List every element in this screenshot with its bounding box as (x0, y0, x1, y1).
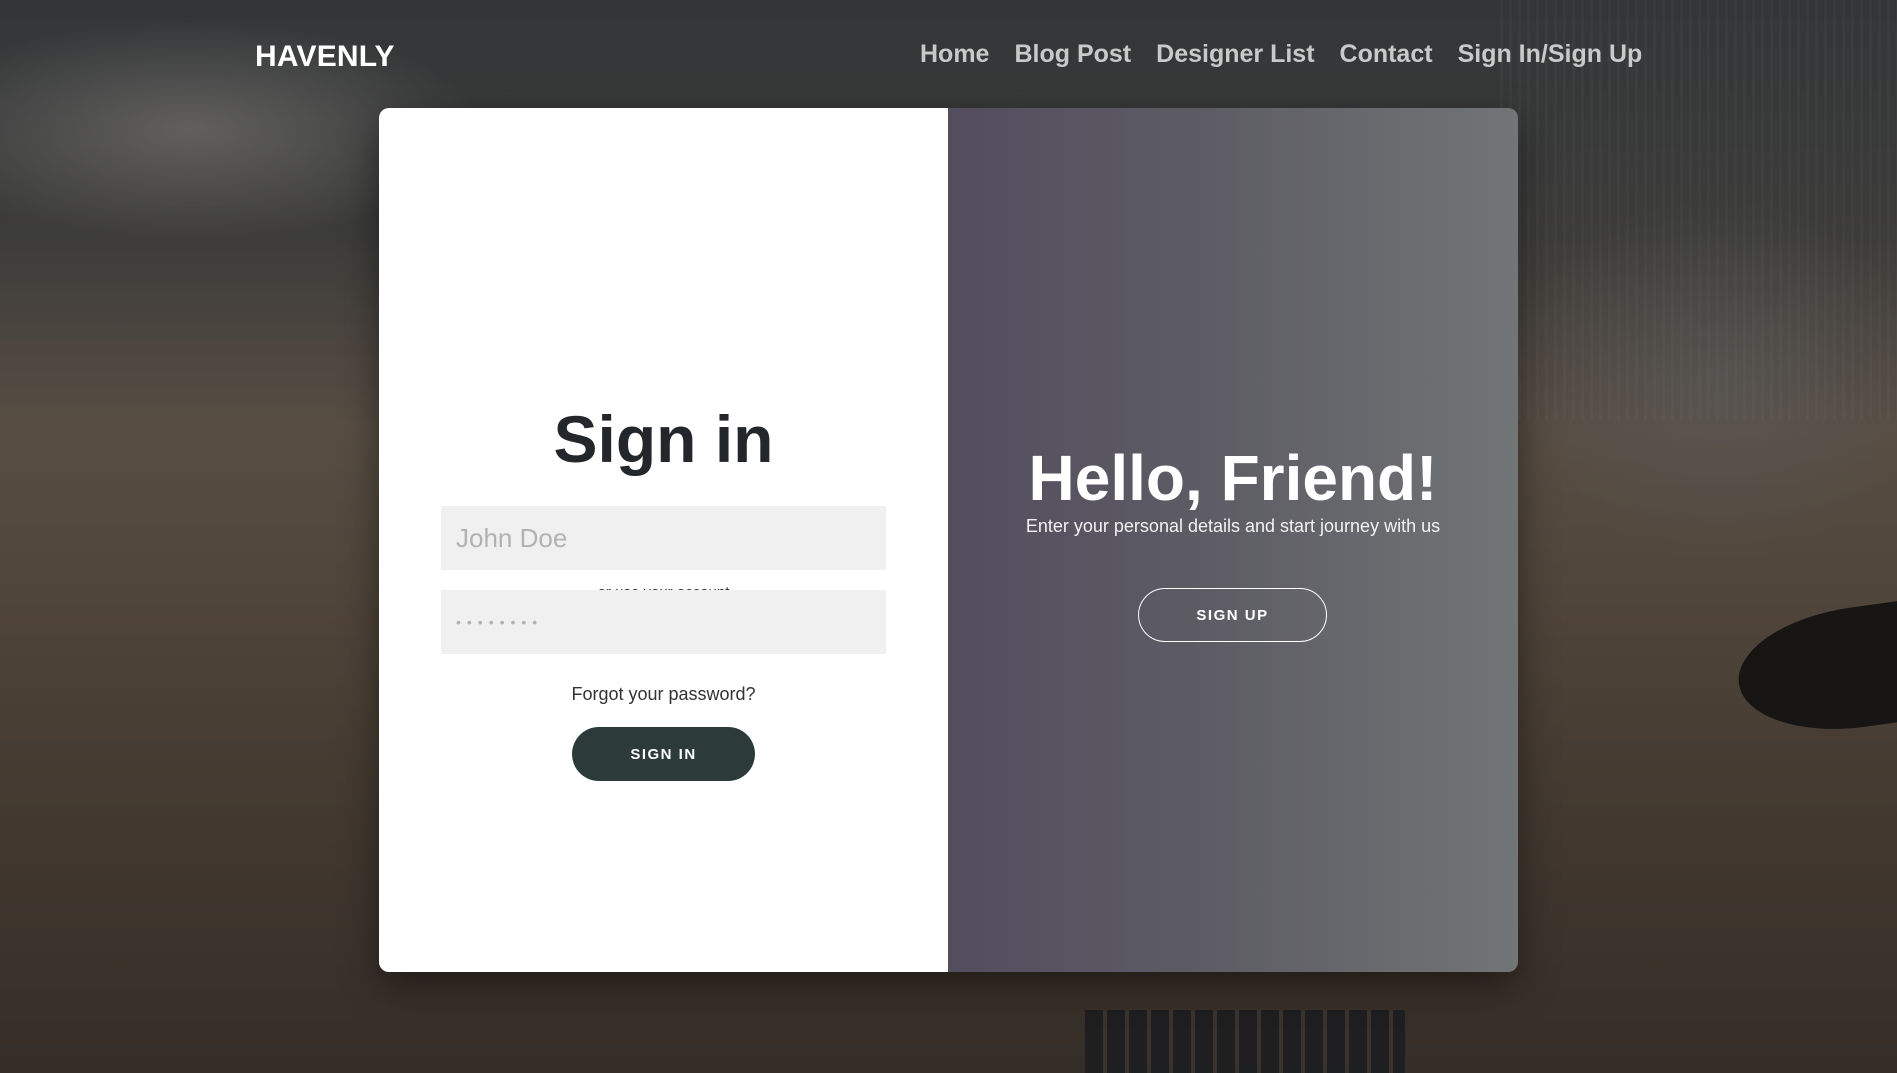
hello-subtitle: Enter your personal details and start jo… (1025, 516, 1441, 536)
overlay-panel: Hello, Friend! Enter your personal detai… (948, 108, 1518, 972)
sign-in-button[interactable]: SIGN IN (572, 727, 755, 781)
nav-link-contact[interactable]: Contact (1340, 40, 1433, 69)
nav-link-signin-signup[interactable]: Sign In/Sign Up (1458, 40, 1643, 69)
auth-card: Sign in or use your account Forgot your (379, 108, 1518, 972)
brand-logo[interactable]: HAVENLY (255, 40, 395, 74)
top-navbar: HAVENLY Home Blog Post Designer List Con… (0, 0, 1897, 118)
signin-panel: Sign in or use your account Forgot your (379, 108, 948, 972)
sign-up-button[interactable]: SIGN UP (1138, 588, 1327, 642)
nav-link-home[interactable]: Home (920, 40, 989, 69)
signin-title: Sign in (553, 402, 774, 476)
name-input[interactable] (441, 506, 886, 570)
forgot-password-link[interactable]: Forgot your password? (379, 684, 948, 705)
nav-link-designer-list[interactable]: Designer List (1156, 40, 1314, 69)
hello-title: Hello, Friend! (1028, 442, 1438, 514)
nav-link-blog-post[interactable]: Blog Post (1014, 40, 1131, 69)
nav-links: Home Blog Post Designer List Contact Sig… (920, 40, 1642, 69)
password-input[interactable] (441, 590, 886, 654)
